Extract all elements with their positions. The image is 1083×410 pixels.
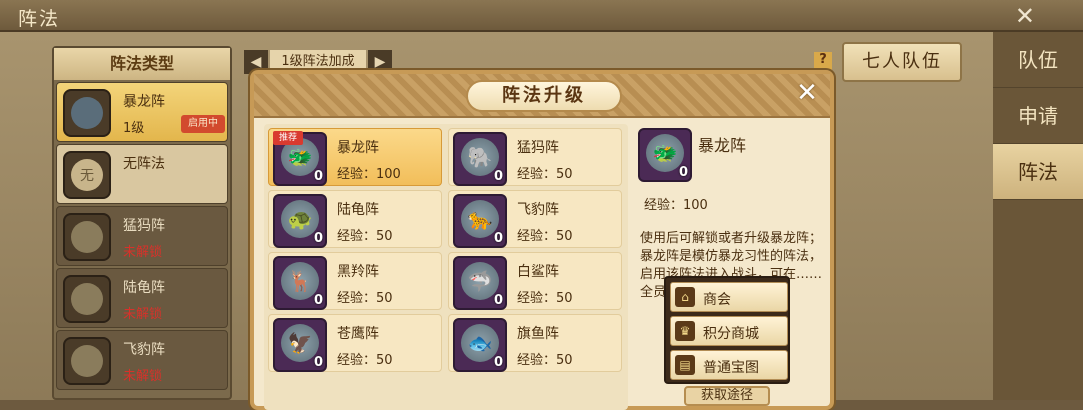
lock-icon: [63, 275, 111, 323]
mammoth-icon: 🐘 0: [453, 132, 507, 186]
upgrade-card-sailfish[interactable]: 🐟 0 旗鱼阵 经验：50: [448, 314, 622, 372]
title-bar: 阵法 ✕: [0, 0, 1083, 32]
formation-type-header: 阵法类型: [54, 48, 230, 80]
formation-item-grid: 🐲 0 推荐 暴龙阵 经验：100 🐘 0 猛犸阵 经验：50 🐢 0 陆龟阵 经验：…: [264, 124, 628, 410]
detail-name: 暴龙阵: [698, 136, 747, 155]
card-name: 陆龟阵: [337, 202, 379, 218]
card-name: 飞豹阵: [517, 202, 559, 218]
card-name: 苍鹰阵: [337, 326, 379, 342]
upgrade-card-mammoth[interactable]: 🐘 0 猛犸阵 经验：50: [448, 128, 622, 186]
shark-icon: 🦈 0: [453, 256, 507, 310]
formation-type-panel: 阵法类型 暴龙阵 1级 启用中 无 无阵法 猛犸阵 未解锁 陆龟阵 未解锁 飞豹…: [52, 46, 232, 400]
formation-item-status: 未解锁: [123, 369, 163, 384]
formation-item-tyrannosaur[interactable]: 暴龙阵 1级 启用中: [56, 82, 228, 142]
tab-formation[interactable]: 阵法: [993, 144, 1083, 200]
side-tab-bar: 队伍 申请 阵法: [993, 32, 1083, 400]
close-icon[interactable]: ✕: [792, 78, 822, 108]
upgrade-card-shark[interactable]: 🦈 0 白鲨阵 经验：50: [448, 252, 622, 310]
card-name: 旗鱼阵: [517, 326, 559, 342]
upgrade-card-turtle[interactable]: 🐢 0 陆龟阵 经验：50: [268, 190, 442, 248]
card-name: 暴龙阵: [337, 140, 379, 156]
detail-xp: 经验：100: [644, 198, 708, 213]
card-xp: 经验：50: [517, 229, 573, 244]
lock-icon: [63, 213, 111, 261]
menu-item-guild-shop[interactable]: ⌂ 商会: [670, 282, 788, 312]
card-name: 黑羚阵: [337, 264, 379, 280]
formation-item-leopard[interactable]: 飞豹阵 未解锁: [56, 330, 228, 390]
formation-item-name: 陆龟阵: [123, 280, 165, 296]
lock-icon: [63, 337, 111, 385]
card-xp: 经验：50: [517, 167, 573, 182]
recommend-badge: 推荐: [273, 131, 303, 145]
dialog-header: 阵法升级 ✕: [254, 74, 830, 118]
shop-icon: ⌂: [675, 287, 695, 307]
tab-apply[interactable]: 申请: [993, 88, 1083, 144]
dragon-icon: 🐲 0: [638, 128, 692, 182]
trophy-icon: ♛: [675, 321, 695, 341]
leopard-icon: 🐆 0: [453, 194, 507, 248]
formation-item-name: 无阵法: [123, 156, 165, 172]
menu-item-label: 普通宝图: [703, 360, 759, 376]
upgrade-card-antelope[interactable]: 🦌 0 黑羚阵 经验：50: [268, 252, 442, 310]
dialog-title: 阵法升级: [466, 80, 622, 112]
formation-item-name: 暴龙阵: [123, 94, 165, 110]
help-button[interactable]: ?: [814, 52, 832, 72]
dragon-icon: [63, 89, 111, 137]
formation-item-turtle[interactable]: 陆龟阵 未解锁: [56, 268, 228, 328]
map-icon: ▤: [675, 355, 695, 375]
tab-team[interactable]: 队伍: [993, 32, 1083, 88]
card-xp: 经验：50: [337, 353, 393, 368]
none-icon: 无: [63, 151, 111, 199]
eagle-icon: 🦅 0: [273, 318, 327, 372]
formation-item-none[interactable]: 无 无阵法: [56, 144, 228, 204]
menu-item-points-mall[interactable]: ♛ 积分商城: [670, 316, 788, 346]
source-popup-menu: ⌂ 商会 ♛ 积分商城 ▤ 普通宝图: [664, 276, 790, 384]
upgrade-card-eagle[interactable]: 🦅 0 苍鹰阵 经验：50: [268, 314, 442, 372]
card-name: 猛犸阵: [517, 140, 559, 156]
menu-item-label: 积分商城: [703, 326, 759, 342]
window-title: 阵法: [18, 8, 61, 30]
sailfish-icon: 🐟 0: [453, 318, 507, 372]
upgrade-card-tyrannosaur[interactable]: 🐲 0 推荐 暴龙阵 经验：100: [268, 128, 442, 186]
formation-item-status: 未解锁: [123, 245, 163, 260]
close-icon[interactable]: ✕: [1015, 2, 1035, 30]
menu-item-label: 商会: [703, 292, 731, 308]
card-xp: 经验：50: [517, 291, 573, 306]
formation-item-level: 1级: [123, 121, 145, 136]
formation-item-status: 未解锁: [123, 307, 163, 322]
formation-item-name: 飞豹阵: [123, 342, 165, 358]
menu-item-treasure-map[interactable]: ▤ 普通宝图: [670, 350, 788, 380]
status-badge: 启用中: [181, 115, 225, 133]
card-xp: 经验：50: [337, 291, 393, 306]
antelope-icon: 🦌 0: [273, 256, 327, 310]
card-xp: 经验：50: [337, 229, 393, 244]
card-name: 白鲨阵: [517, 264, 559, 280]
card-xp: 经验：50: [517, 353, 573, 368]
upgrade-card-leopard[interactable]: 🐆 0 飞豹阵 经验：50: [448, 190, 622, 248]
get-source-button[interactable]: 获取途径: [684, 386, 770, 406]
seven-person-team-button[interactable]: 七人队伍: [842, 42, 962, 82]
turtle-icon: 🐢 0: [273, 194, 327, 248]
card-xp: 经验：100: [337, 167, 401, 182]
formation-item-mammoth[interactable]: 猛犸阵 未解锁: [56, 206, 228, 266]
formation-item-name: 猛犸阵: [123, 218, 165, 234]
